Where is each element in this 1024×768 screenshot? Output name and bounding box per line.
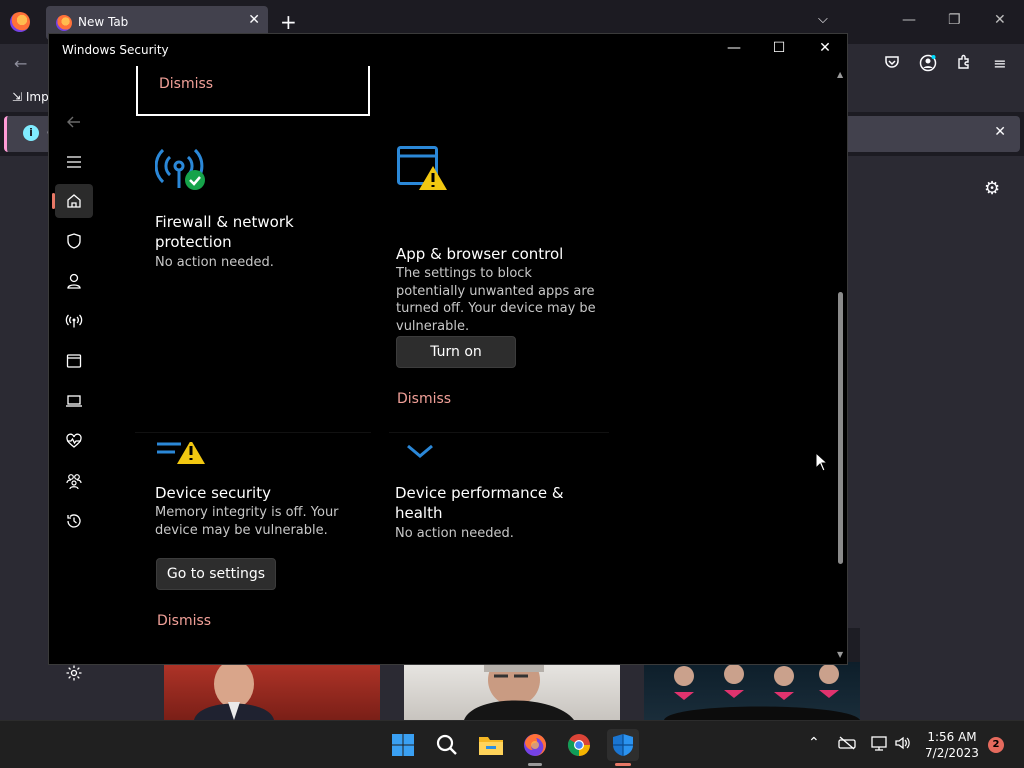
firewall-status: No action needed. [155, 255, 274, 270]
chevron-down-icon[interactable]: ⌵ [818, 12, 828, 27]
app-browser-warning-icon [397, 146, 447, 190]
family-icon [66, 474, 82, 490]
scrollbar[interactable]: ▲ ▼ [835, 66, 847, 664]
story-thumbnail[interactable] [164, 662, 380, 720]
navigation-pane [49, 66, 97, 681]
pocket-icon[interactable] [882, 54, 902, 74]
browser-minimize-icon[interactable]: — [902, 12, 916, 28]
active-indicator [615, 763, 631, 766]
hamburger-icon [67, 156, 81, 168]
firewall-title: Firewall & network protection [155, 213, 294, 251]
network-icon[interactable] [870, 735, 888, 755]
person-icon [67, 273, 81, 289]
browser-back-icon[interactable]: ← [14, 54, 27, 73]
import-bookmarks-link[interactable]: ⇲ Imp [12, 90, 49, 104]
device-security-warning-icon [157, 442, 205, 464]
extensions-icon[interactable] [954, 54, 974, 74]
browser-window-icon [66, 354, 82, 368]
drive-icon[interactable] [838, 735, 856, 755]
gear-icon [66, 665, 82, 681]
browser-close-icon[interactable]: ✕ [994, 12, 1006, 28]
windows-security-icon[interactable] [607, 729, 639, 766]
scroll-down-icon[interactable]: ▼ [837, 650, 843, 659]
show-hidden-icons-icon[interactable]: ⌃ [808, 735, 820, 751]
search-icon[interactable] [431, 729, 463, 761]
story-thumbnail[interactable] [644, 662, 860, 720]
tab-title: New Tab [78, 15, 129, 29]
notification-badge[interactable]: 2 [988, 737, 1004, 753]
dismiss-link[interactable]: Dismiss [157, 613, 211, 629]
clock-date: 7/2/2023 [925, 746, 979, 760]
taskbar: ⌃ 1:56 AM 7/2/2023 2 [0, 720, 1024, 768]
chrome-icon[interactable] [563, 729, 595, 761]
running-indicator [528, 763, 542, 766]
nav-home[interactable] [52, 184, 93, 218]
history-icon [67, 514, 81, 528]
clock[interactable]: 1:56 AM 7/2/2023 [914, 729, 990, 761]
close-tab-icon[interactable]: ✕ [248, 12, 260, 28]
dismiss-link[interactable]: Dismiss [397, 391, 451, 407]
home-icon [67, 194, 81, 208]
laptop-icon [66, 395, 82, 407]
nav-settings[interactable] [55, 656, 93, 690]
nav-menu[interactable] [55, 145, 93, 179]
scroll-up-icon[interactable]: ▲ [837, 70, 843, 79]
browser-restore-icon[interactable]: ❐ [948, 12, 961, 28]
window-title: Windows Security [62, 43, 169, 57]
nav-family-options[interactable] [55, 464, 93, 498]
virus-protection-tile: Dismiss [136, 66, 370, 116]
device-performance-check-icon [407, 444, 433, 458]
heart-pulse-icon [66, 433, 82, 448]
clock-time: 1:56 AM [927, 730, 977, 744]
close-button[interactable]: ✕ [815, 40, 835, 60]
windows-security-window: Windows Security — ☐ ✕ Dismiss Firewall … [48, 33, 848, 681]
maximize-button[interactable]: ☐ [769, 40, 789, 60]
nav-device-security[interactable] [55, 384, 93, 418]
device-performance-title: Device performance & health [395, 484, 564, 522]
story-thumbnail[interactable] [404, 662, 620, 720]
device-performance-status: No action needed. [395, 526, 514, 541]
turn-on-button[interactable]: Turn on [396, 336, 516, 368]
nav-app-browser-control[interactable] [55, 344, 93, 378]
new-tab-icon[interactable]: + [280, 10, 297, 34]
app-browser-status: The settings to block potentially unwant… [396, 266, 596, 334]
account-icon[interactable] [918, 54, 938, 74]
menu-icon[interactable]: ≡ [990, 54, 1010, 74]
start-icon[interactable] [387, 729, 419, 761]
info-icon: i [23, 125, 39, 141]
wireless-icon [65, 314, 83, 328]
app-browser-title: App & browser control [396, 245, 564, 263]
tile-divider [389, 432, 609, 433]
new-tab-settings-icon[interactable]: ⚙ [984, 178, 1000, 199]
security-at-a-glance: Dismiss Firewall & network protection No… [135, 66, 835, 664]
dismiss-link[interactable]: Dismiss [159, 76, 213, 92]
nav-protection-history[interactable] [55, 504, 93, 538]
tile-divider [135, 432, 371, 433]
volume-icon[interactable] [894, 735, 912, 755]
go-to-settings-button[interactable]: Go to settings [156, 558, 276, 590]
mouse-cursor-icon [815, 452, 827, 472]
firefox-tab-icon [56, 15, 72, 31]
minimize-button[interactable]: — [724, 40, 744, 60]
nav-firewall[interactable] [55, 304, 93, 338]
firefox-icon[interactable] [519, 729, 551, 766]
nav-back[interactable] [55, 105, 93, 139]
device-security-title: Device security [155, 484, 271, 502]
back-arrow-icon [67, 116, 80, 128]
close-icon[interactable]: ✕ [994, 124, 1006, 140]
device-security-status: Memory integrity is off. Your device may… [155, 505, 339, 538]
nav-device-performance[interactable] [55, 424, 93, 458]
title-bar: Windows Security — ☐ ✕ [49, 34, 847, 66]
nav-virus-protection[interactable] [55, 224, 93, 258]
firewall-wireless-icon [155, 148, 205, 190]
nav-account-protection[interactable] [55, 264, 93, 298]
file-explorer-icon[interactable] [475, 729, 507, 761]
scroll-thumb[interactable] [838, 292, 843, 564]
import-bookmarks-label: Imp [25, 90, 49, 104]
firefox-app-icon [10, 12, 30, 32]
shield-icon [67, 233, 81, 249]
